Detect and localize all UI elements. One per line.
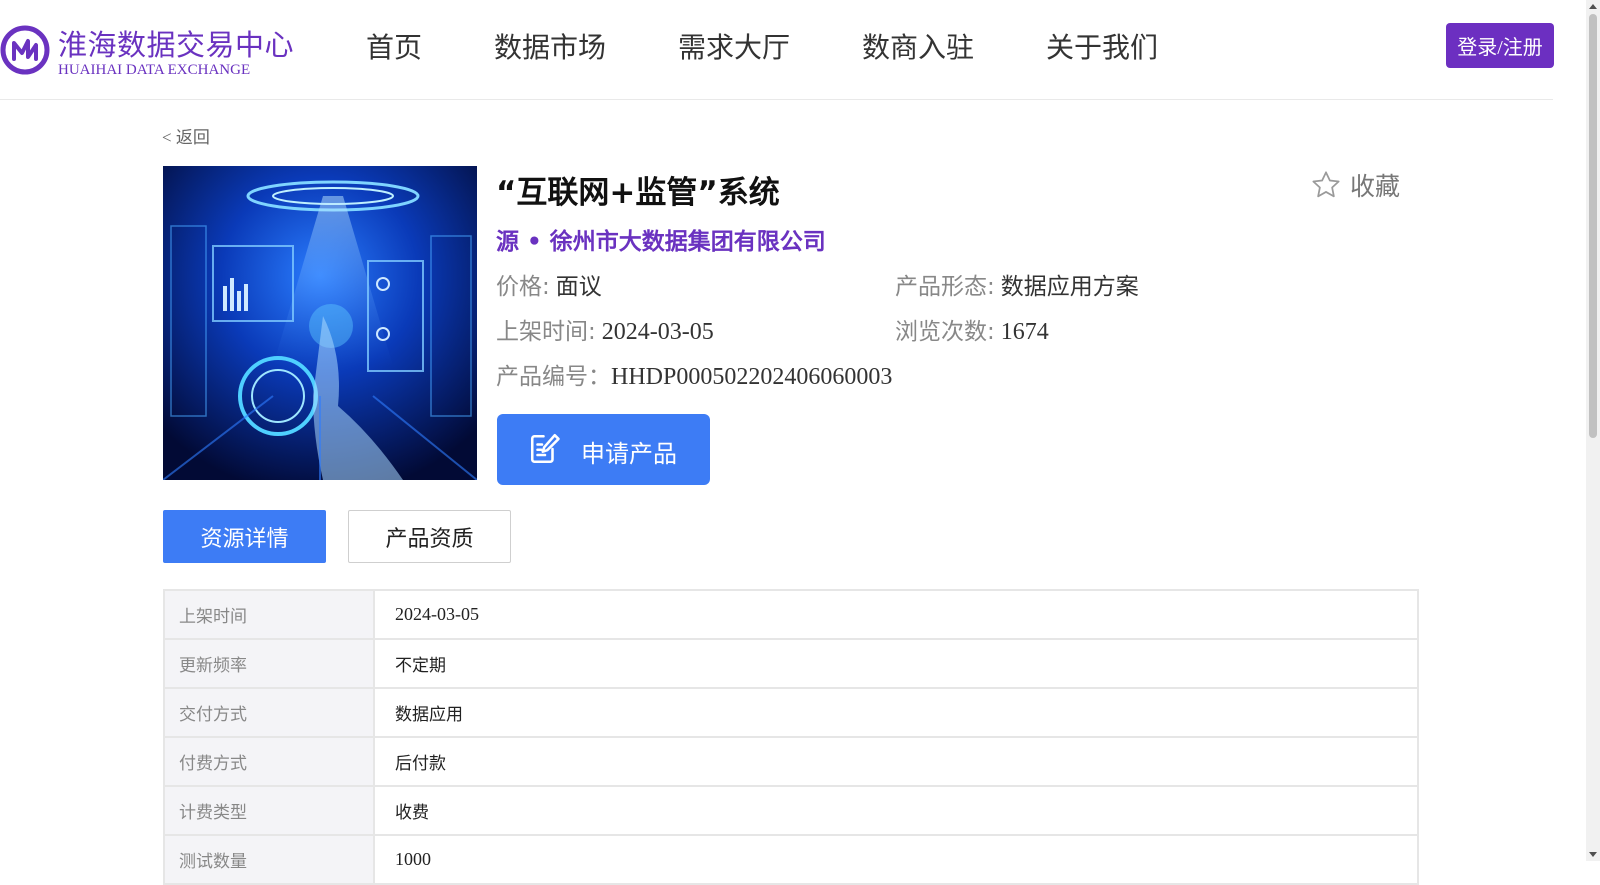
logo-chinese-name: 淮海数据交易中心 bbox=[58, 28, 295, 62]
detail-key: 更新频率 bbox=[163, 638, 375, 689]
table-row: 上架时间 2024-03-05 bbox=[163, 589, 1419, 640]
product-source: 源 • 徐州市大数据集团有限公司 bbox=[496, 229, 826, 255]
apply-product-button[interactable]: 申请产品 bbox=[497, 414, 710, 485]
resource-detail-table: 上架时间 2024-03-05 更新频率 不定期 交付方式 数据应用 付费方式 … bbox=[163, 589, 1419, 885]
table-row: 更新频率 不定期 bbox=[163, 638, 1419, 689]
nav-demand-hall[interactable]: 需求大厅 bbox=[678, 26, 790, 66]
nav-merchant-join[interactable]: 数商入驻 bbox=[862, 26, 974, 66]
site-logo[interactable]: 淮海数据交易中心 HUAIHAI DATA EXCHANGE bbox=[0, 22, 300, 82]
tab-resource-details[interactable]: 资源详情 bbox=[163, 510, 326, 563]
nav-about-us[interactable]: 关于我们 bbox=[1046, 26, 1158, 66]
detail-value: 数据应用 bbox=[373, 687, 1419, 738]
scroll-up-arrow-icon[interactable] bbox=[1589, 4, 1597, 9]
listed-row: 上架时间: 2024-03-05 bbox=[496, 312, 714, 346]
logo-english-name: HUAIHAI DATA EXCHANGE bbox=[58, 62, 251, 78]
price-label: 价格: bbox=[496, 274, 550, 300]
detail-value: 收费 bbox=[373, 785, 1419, 836]
detail-value: 2024-03-05 bbox=[373, 589, 1419, 640]
form-row: 产品形态: 数据应用方案 bbox=[895, 267, 1139, 301]
logo-icon bbox=[0, 25, 50, 75]
table-row: 测试数量 1000 bbox=[163, 834, 1419, 885]
views-value: 1674 bbox=[1000, 319, 1049, 345]
futuristic-digital-hand-image-icon bbox=[163, 166, 477, 480]
scroll-down-arrow-icon[interactable] bbox=[1589, 852, 1597, 857]
favorite-button[interactable]: 收藏 bbox=[1310, 168, 1400, 202]
favorite-label: 收藏 bbox=[1350, 172, 1401, 201]
top-header: 淮海数据交易中心 HUAIHAI DATA EXCHANGE 首页 数据市场 需… bbox=[0, 0, 1554, 100]
product-image bbox=[163, 166, 477, 480]
price-row: 价格: 面议 bbox=[496, 267, 602, 301]
back-link[interactable]: < 返回 bbox=[162, 123, 210, 148]
detail-value: 1000 bbox=[373, 834, 1419, 885]
form-value: 数据应用方案 bbox=[1000, 274, 1139, 300]
detail-value: 不定期 bbox=[373, 638, 1419, 689]
code-value: HHDP000502202406060003 bbox=[611, 364, 893, 390]
listed-label: 上架时间: bbox=[496, 319, 596, 345]
table-row: 交付方式 数据应用 bbox=[163, 687, 1419, 738]
detail-key: 测试数量 bbox=[163, 834, 375, 885]
scroll-thumb[interactable] bbox=[1589, 14, 1597, 438]
code-row: 产品编号：HHDP000502202406060003 bbox=[496, 357, 892, 391]
table-row: 计费类型 收费 bbox=[163, 785, 1419, 836]
detail-key: 计费类型 bbox=[163, 785, 375, 836]
apply-product-label: 申请产品 bbox=[581, 440, 677, 468]
price-value: 面议 bbox=[555, 274, 602, 300]
nav-home[interactable]: 首页 bbox=[366, 26, 422, 66]
table-row: 付费方式 后付款 bbox=[163, 736, 1419, 787]
listed-value: 2024-03-05 bbox=[601, 319, 714, 345]
tab-product-qualification[interactable]: 产品资质 bbox=[348, 510, 511, 563]
product-title: “互联网+监管”系统 bbox=[496, 175, 780, 211]
edit-form-icon bbox=[530, 433, 560, 464]
page-scrollbar[interactable] bbox=[1586, 0, 1600, 861]
nav-data-market[interactable]: 数据市场 bbox=[494, 26, 606, 66]
form-label: 产品形态: bbox=[895, 274, 995, 300]
star-icon bbox=[1312, 171, 1340, 198]
login-register-button[interactable]: 登录/注册 bbox=[1446, 23, 1554, 68]
detail-key: 付费方式 bbox=[163, 736, 375, 787]
detail-key: 交付方式 bbox=[163, 687, 375, 738]
detail-key: 上架时间 bbox=[163, 589, 375, 640]
views-row: 浏览次数: 1674 bbox=[895, 312, 1049, 346]
detail-value: 后付款 bbox=[373, 736, 1419, 787]
code-label: 产品编号： bbox=[496, 364, 611, 390]
views-label: 浏览次数: bbox=[895, 319, 995, 345]
